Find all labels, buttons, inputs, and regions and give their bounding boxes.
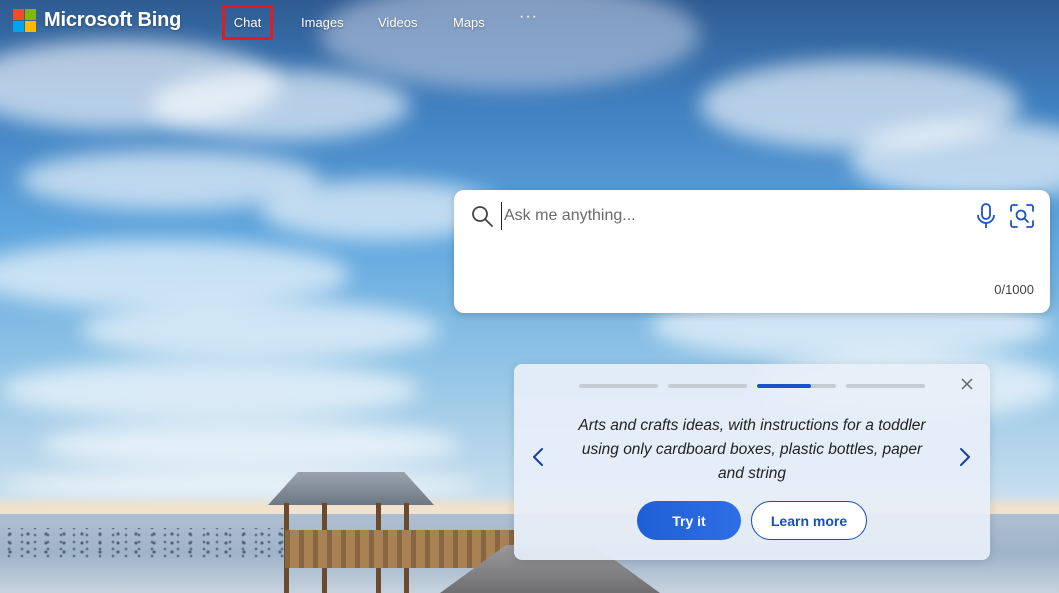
visual-search-icon[interactable] — [1009, 203, 1035, 229]
carousel-indicator[interactable] — [668, 384, 747, 388]
pier-deck — [285, 530, 515, 568]
bing-logo[interactable]: Microsoft Bing — [13, 9, 181, 32]
suggestion-prompt: Arts and crafts ideas, with instructions… — [578, 417, 926, 482]
cloud — [0, 360, 420, 420]
cloud — [80, 300, 440, 360]
nav-images[interactable]: Images — [301, 15, 344, 30]
learn-more-button[interactable]: Learn more — [751, 501, 867, 540]
nav-chat[interactable]: Chat — [222, 5, 273, 40]
try-it-button[interactable]: Try it — [637, 501, 741, 540]
suggestion-card: Arts and crafts ideas, with instructions… — [514, 364, 990, 560]
nav-videos[interactable]: Videos — [378, 15, 418, 30]
nav-more-button[interactable]: ··· — [519, 8, 538, 26]
chevron-right-icon[interactable] — [959, 447, 971, 467]
nav-maps[interactable]: Maps — [453, 15, 485, 30]
chevron-left-icon[interactable] — [532, 447, 544, 467]
search-icon — [472, 206, 493, 227]
brand-name: Microsoft Bing — [44, 9, 182, 31]
search-input[interactable] — [501, 202, 926, 230]
birds-on-water — [0, 528, 290, 558]
search-box: 0/1000 — [454, 190, 1050, 313]
close-icon[interactable] — [960, 377, 974, 391]
microsoft-logo-icon — [13, 9, 36, 32]
carousel-indicator[interactable] — [846, 384, 925, 388]
cloud — [150, 70, 410, 140]
carousel-indicator-active[interactable] — [757, 384, 836, 388]
cloud — [40, 420, 460, 470]
microphone-icon[interactable] — [975, 203, 997, 229]
character-counter: 0/1000 — [994, 282, 1034, 297]
carousel-progress-fill — [757, 384, 811, 388]
carousel-indicators — [579, 384, 925, 388]
carousel-indicator[interactable] — [579, 384, 658, 388]
